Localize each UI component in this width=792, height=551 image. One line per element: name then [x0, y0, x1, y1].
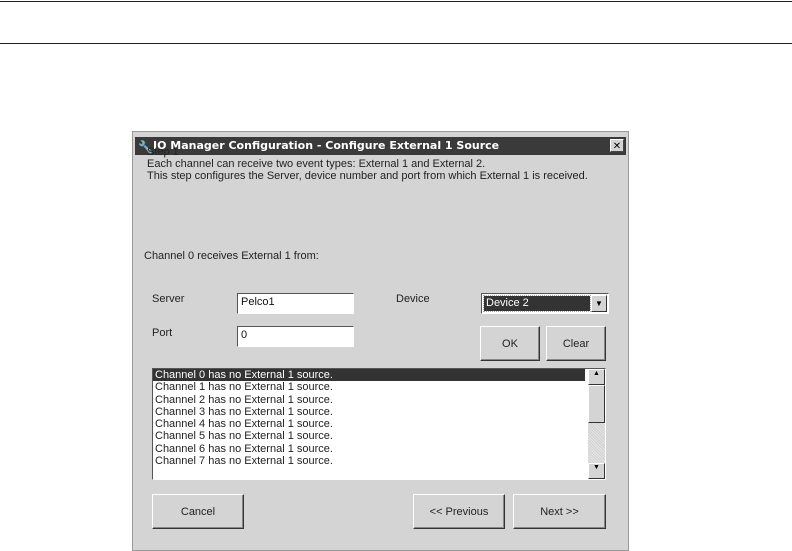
ok-button[interactable]: OK [480, 326, 540, 361]
intro-line-2: This step configures the Server, device … [147, 170, 588, 182]
list-item[interactable]: Channel 4 has no External 1 source. [153, 418, 585, 430]
header-rule [0, 43, 792, 44]
list-item[interactable]: Channel 6 has no External 1 source. [153, 443, 585, 455]
previous-button[interactable]: << Previous [413, 494, 505, 529]
intro-line-1: Each channel can receive two event types… [147, 158, 486, 170]
list-item[interactable]: Channel 2 has no External 1 source. [153, 394, 585, 406]
port-input[interactable]: 0 [237, 326, 354, 347]
scroll-thumb[interactable] [588, 385, 605, 423]
port-label: Port [152, 327, 173, 339]
server-label: Server [152, 293, 185, 305]
chevron-down-icon[interactable]: ▼ [591, 295, 607, 312]
device-selected-value: Device 2 [483, 295, 591, 312]
top-rule [0, 1, 792, 2]
device-label: Device [396, 293, 430, 305]
device-select[interactable]: Device 2 ▼ [481, 293, 609, 314]
channel-heading: Channel 0 receives External 1 from: [144, 250, 319, 262]
next-button[interactable]: Next >> [513, 494, 606, 529]
step-label: Step 1 [147, 146, 179, 158]
scroll-up-icon[interactable]: ▲ [588, 369, 605, 385]
list-item[interactable]: Channel 0 has no External 1 source. [153, 369, 585, 382]
scroll-down-icon[interactable]: ▼ [588, 463, 605, 479]
list-item[interactable]: Channel 7 has no External 1 source. [153, 455, 585, 467]
server-input[interactable]: Pelco1 [237, 293, 354, 314]
clear-button[interactable]: Clear [546, 326, 606, 361]
channel-list[interactable]: Channel 0 has no External 1 source. Chann… [152, 368, 606, 480]
cancel-button[interactable]: Cancel [152, 494, 244, 529]
io-manager-dialog: 🔧 IO Manager Configuration - Configure E… [132, 131, 629, 551]
scrollbar[interactable]: ▲ ▼ [588, 369, 605, 479]
list-item[interactable]: Channel 1 has no External 1 source. [153, 381, 585, 393]
list-item[interactable]: Channel 5 has no External 1 source. [153, 430, 585, 442]
list-item[interactable]: Channel 3 has no External 1 source. [153, 406, 585, 418]
close-button[interactable]: ✕ [610, 139, 624, 152]
intro-text: Step 1 Each channel can receive two even… [147, 146, 588, 182]
